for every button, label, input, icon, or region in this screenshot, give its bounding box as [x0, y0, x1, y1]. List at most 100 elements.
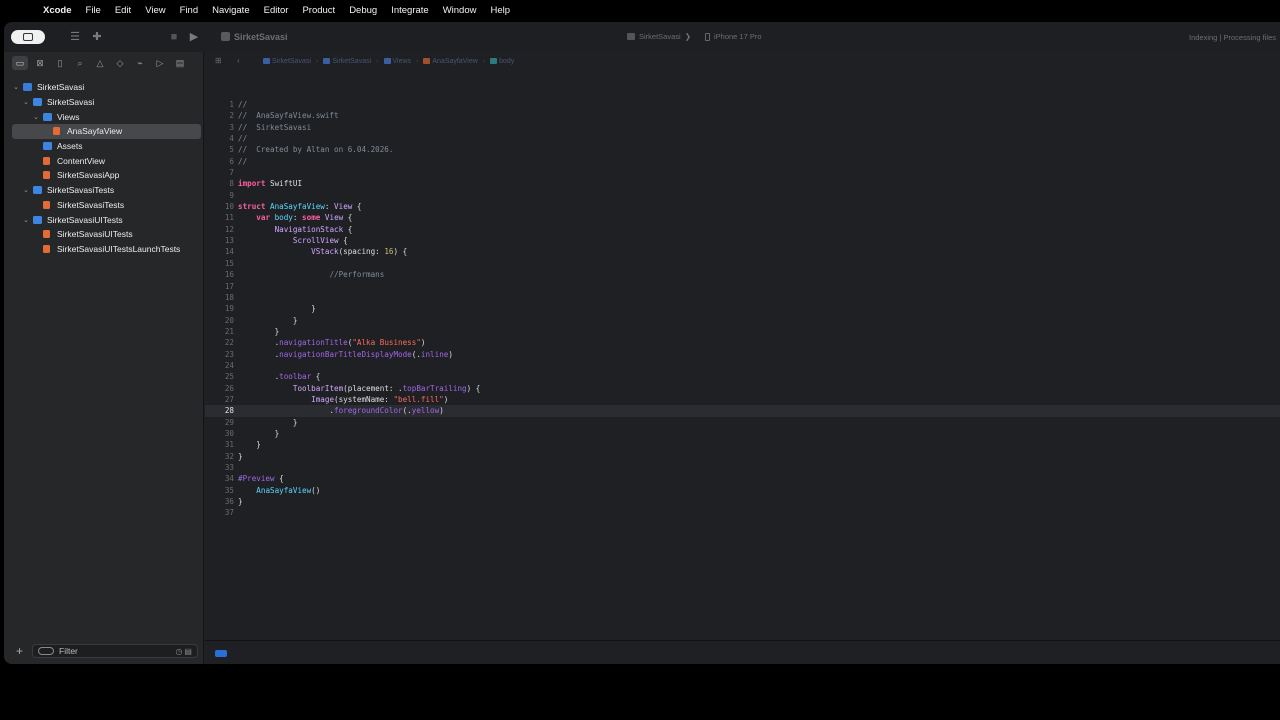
menu-integrate[interactable]: Integrate [384, 5, 436, 16]
code-line[interactable]: 7 [205, 167, 1280, 178]
code-line[interactable]: 23 .navigationBarTitleDisplayMode(.inlin… [205, 349, 1280, 360]
line-number: 16 [224, 270, 234, 280]
tree-item[interactable]: ⌄ SirketSavasiTests [4, 183, 203, 198]
breadcrumb-item[interactable]: SirketSavasi [323, 58, 371, 65]
debug-area-toggle-button[interactable] [215, 650, 227, 657]
breadcrumb-item[interactable]: SirketSavasi [263, 58, 311, 65]
folder-tab-icon[interactable]: ▭ [12, 56, 28, 70]
breadcrumb-item[interactable]: AnaSayfaView [423, 58, 478, 65]
tree-item[interactable]: AnaSayfaView [12, 124, 201, 139]
menu-edit[interactable]: Edit [108, 5, 138, 16]
stop-icon[interactable]: ■ [167, 30, 181, 44]
filter-input[interactable]: Filter ◷▤ [32, 644, 198, 658]
code-line[interactable]: 11 var body: some View { [205, 212, 1280, 223]
debug-tab-icon[interactable]: ⌁ [132, 56, 148, 70]
code-line[interactable]: 27 Image(systemName: "bell.fill") [205, 394, 1280, 405]
find-tab-icon[interactable]: ⌕ [72, 56, 88, 70]
tree-item[interactable]: ⌄ SirketSavasi [4, 80, 203, 95]
menu-editor[interactable]: Editor [257, 5, 296, 16]
tree-item[interactable]: SirketSavasiUITestsLaunchTests [4, 242, 203, 257]
menu-product[interactable]: Product [295, 5, 342, 16]
source-control-tab-icon[interactable]: ⊠ [32, 56, 48, 70]
code-line[interactable]: 6 // [205, 156, 1280, 167]
tree-item[interactable]: SirketSavasiApp [4, 168, 203, 183]
code-line[interactable]: 14 VStack(spacing: 16) { [205, 246, 1280, 257]
code-line[interactable]: 1 // [205, 99, 1280, 110]
code-line[interactable]: 29 } [205, 417, 1280, 428]
code-line[interactable]: 35 AnaSayfaView() [205, 485, 1280, 496]
code-line[interactable]: 10 struct AnaSayfaView: View { [205, 201, 1280, 212]
code-line[interactable]: 36} [205, 496, 1280, 507]
tree-item[interactable]: Assets [4, 139, 203, 154]
navigator-toggle-button[interactable] [11, 30, 45, 44]
tree-item[interactable]: SirketSavasiTests [4, 198, 203, 213]
disclosure-chevron-icon[interactable]: ⌄ [32, 113, 40, 121]
code-line[interactable]: 34 #Preview { [205, 473, 1280, 484]
code-line[interactable]: 37 [205, 507, 1280, 518]
list-icon[interactable]: ☰ [68, 30, 82, 44]
code-line[interactable]: 20 } [205, 315, 1280, 326]
code-line[interactable]: 13 ScrollView { [205, 235, 1280, 246]
device-name[interactable]: iPhone 17 Pro [714, 32, 762, 41]
code-line[interactable]: 3 // SirketSavasi [205, 122, 1280, 133]
menu-debug[interactable]: Debug [342, 5, 384, 16]
source-editor[interactable]: ⊞ ‹ SirketSavasi › SirketSavasi › Views › AnaS… [205, 52, 1280, 664]
code-line[interactable]: 24 [205, 360, 1280, 371]
code-token: AnaSayfaView [256, 485, 312, 495]
activity-status: Indexing | Processing files [1189, 33, 1276, 42]
code-line[interactable]: 17 [205, 281, 1280, 292]
project-title: SirketSavasi [234, 32, 288, 42]
add-file-icon[interactable]: + [16, 644, 23, 658]
code-line[interactable]: 26 ToolbarItem(placement: .topBarTrailin… [205, 383, 1280, 394]
tree-item[interactable]: ⌄ SirketSavasi [4, 95, 203, 110]
code-line[interactable]: 21 } [205, 326, 1280, 337]
menu-app-xcode[interactable]: Xcode [36, 5, 79, 16]
disclosure-chevron-icon[interactable]: ⌄ [22, 216, 30, 224]
bookmark-tab-icon[interactable]: ▯ [52, 56, 68, 70]
code-line[interactable]: 32} [205, 451, 1280, 462]
disclosure-chevron-icon[interactable]: ⌄ [22, 186, 30, 194]
code-line[interactable]: 18 [205, 292, 1280, 303]
menu-find[interactable]: Find [173, 5, 205, 16]
menu-help[interactable]: Help [483, 5, 517, 16]
code-line[interactable]: 19 } [205, 303, 1280, 314]
reports-tab-icon[interactable]: ▤ [172, 56, 188, 70]
code-line[interactable]: 5 // Created by Altan on 6.04.2026. [205, 144, 1280, 155]
code-line[interactable]: 15 [205, 258, 1280, 269]
code-line[interactable]: 30 } [205, 428, 1280, 439]
back-chevron-icon[interactable]: ‹ [237, 56, 240, 65]
code-line[interactable]: 25 .toolbar { [205, 371, 1280, 382]
breadcrumb-item[interactable]: body [490, 58, 514, 65]
code-line[interactable]: 4 // [205, 133, 1280, 144]
breakpoints-tab-icon[interactable]: ▷ [152, 56, 168, 70]
code-line[interactable]: 2 // AnaSayfaView.swift [205, 110, 1280, 121]
menu-view[interactable]: View [138, 5, 172, 16]
disclosure-chevron-icon[interactable]: ⌄ [12, 83, 20, 91]
tree-item[interactable]: ContentView [4, 153, 203, 168]
code-line[interactable]: 28 .foregroundColor(.yellow) [205, 405, 1280, 417]
code-line[interactable]: 9 [205, 190, 1280, 201]
related-items-icon[interactable]: ⊞ [215, 56, 222, 65]
code-line[interactable]: 31 } [205, 439, 1280, 450]
tests-tab-icon[interactable]: ◇ [112, 56, 128, 70]
scheme-selector[interactable]: SirketSavasi ❯ iPhone 17 Pro [627, 32, 762, 41]
breadcrumb-item[interactable]: Views [383, 58, 411, 65]
issues-tab-icon[interactable]: △ [92, 56, 108, 70]
code-line[interactable]: 8 import SwiftUI [205, 178, 1280, 189]
code-area[interactable]: 1 // 2 // AnaSayfaView.swift 3 // SirketSavas… [205, 99, 1280, 519]
menu-navigate[interactable]: Navigate [205, 5, 257, 16]
tree-item[interactable]: ⌄ Views [4, 109, 203, 124]
tree-item[interactable]: SirketSavasiUITests [4, 227, 203, 242]
menu-file[interactable]: File [79, 5, 108, 16]
add-icon[interactable]: ✚ [90, 30, 104, 44]
code-line[interactable]: 16 //Performans [205, 269, 1280, 280]
code-text: } [238, 303, 316, 314]
code-line[interactable]: 22 .navigationTitle("Alka Business") [205, 337, 1280, 348]
filter-options-icon[interactable]: ◷▤ [175, 646, 194, 658]
disclosure-chevron-icon[interactable]: ⌄ [22, 98, 30, 106]
tree-item[interactable]: ⌄ SirketSavasiUITests [4, 212, 203, 227]
code-line[interactable]: 12 NavigationStack { [205, 224, 1280, 235]
run-icon[interactable]: ▶ [187, 30, 201, 44]
code-line[interactable]: 33 [205, 462, 1280, 473]
menu-window[interactable]: Window [436, 5, 484, 16]
